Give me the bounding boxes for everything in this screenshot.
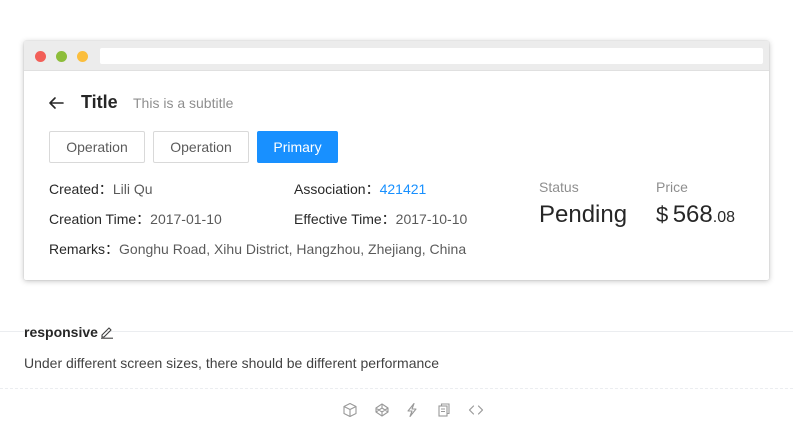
demo-description: Under different screen sizes, there shou… — [24, 355, 440, 371]
page-title: Title — [81, 92, 118, 112]
address-bar — [100, 48, 763, 64]
browser-preview: Title This is a subtitle Operation Opera… — [24, 41, 769, 280]
created-value: Lili Qu — [112, 181, 153, 197]
browser-title-bar — [24, 41, 769, 71]
creation-time-value: 2017-01-10 — [150, 211, 222, 227]
codepen-icon[interactable] — [374, 402, 390, 418]
price-integer: 568 — [672, 201, 713, 228]
creation-time-label: Creation Time： — [49, 211, 151, 227]
created-field: Created：Lili Qu — [49, 179, 153, 199]
section-divider — [0, 331, 793, 332]
remarks-label: Remarks： — [49, 241, 120, 257]
association-field: Association：421421 — [294, 179, 426, 199]
price-label: Price — [656, 179, 688, 195]
window-minimize-dot — [56, 51, 67, 62]
price-currency: $ — [656, 202, 669, 227]
edit-icon[interactable] — [100, 325, 114, 339]
copy-icon[interactable] — [436, 402, 452, 418]
status-value: Pending — [539, 201, 628, 228]
created-label: Created： — [49, 181, 113, 197]
arrow-left-icon[interactable] — [48, 95, 64, 111]
operation-button-1[interactable]: Operation — [49, 131, 145, 163]
creation-time-field: Creation Time：2017-01-10 — [49, 209, 222, 229]
primary-button[interactable]: Primary — [257, 131, 338, 163]
price-value: $ 568.08 — [656, 201, 735, 229]
association-link[interactable]: 421421 — [380, 181, 427, 197]
riddle-icon[interactable] — [404, 402, 420, 418]
code-expand-icon[interactable] — [468, 402, 484, 418]
remarks-field: Remarks：Gonghu Road, Xihu District, Hang… — [49, 239, 466, 259]
operation-button-2[interactable]: Operation — [153, 131, 249, 163]
remarks-value: Gonghu Road, Xihu District, Hangzhou, Zh… — [119, 241, 467, 257]
window-maximize-dot — [77, 51, 88, 62]
association-label: Association： — [294, 181, 380, 197]
window-close-dot — [35, 51, 46, 62]
effective-time-field: Effective Time：2017-10-10 — [294, 209, 467, 229]
status-label: Status — [539, 179, 579, 195]
effective-time-value: 2017-10-10 — [395, 211, 468, 227]
codesandbox-icon[interactable] — [342, 402, 358, 418]
actions-divider — [0, 388, 793, 389]
page-subtitle: This is a subtitle — [133, 95, 234, 111]
price-decimal: .08 — [712, 209, 735, 226]
effective-time-label: Effective Time： — [294, 211, 396, 227]
demo-section-title: responsive — [24, 324, 106, 340]
